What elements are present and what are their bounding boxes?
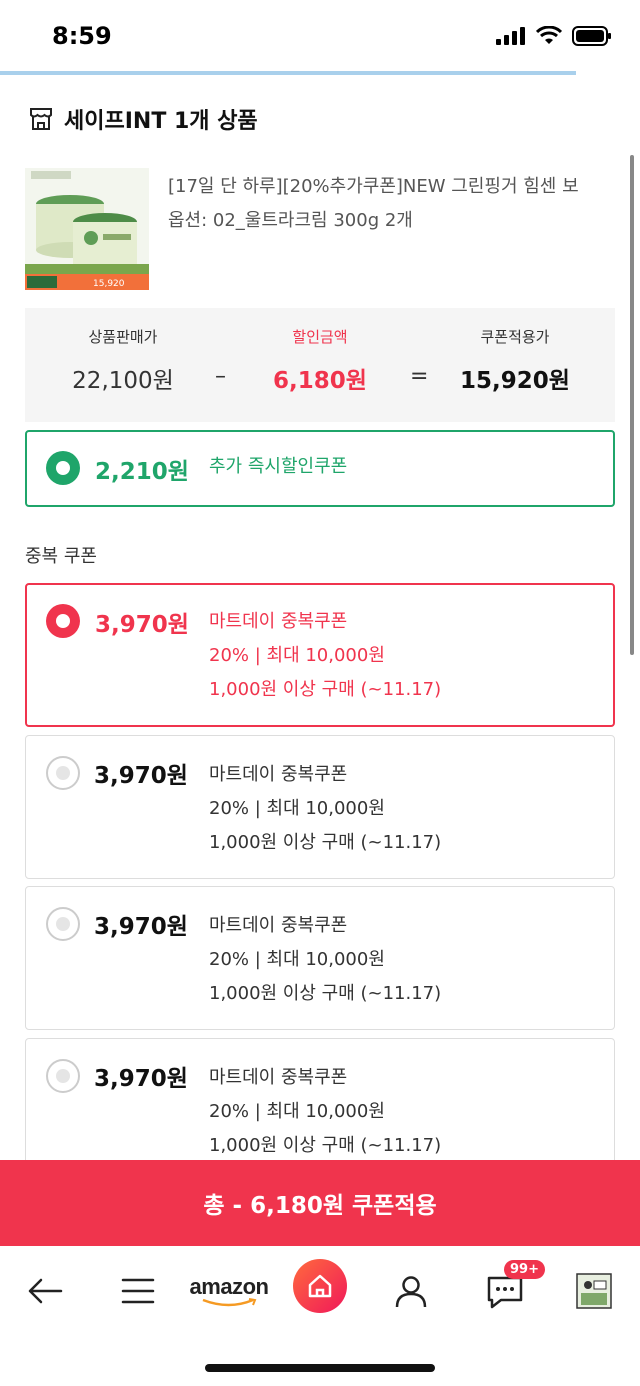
product-option: 옵션: 02_울트라크림 300g 2개 [168, 210, 413, 231]
coupon-name: 마트데이 중복쿠폰 [209, 611, 348, 632]
radio-selected-icon[interactable] [46, 604, 80, 638]
amazon-button[interactable]: amazon [186, 1266, 272, 1316]
duplicate-coupon-card[interactable]: 3,970원 마트데이 중복쿠폰 20% | 최대 10,000원 1,000원… [25, 583, 615, 727]
hamburger-menu-icon [121, 1278, 155, 1304]
back-button[interactable] [22, 1266, 68, 1316]
coupon-condition: 1,000원 이상 구매 (~11.17) [209, 679, 442, 700]
store-header: 세이프INT 1개 상품 [28, 103, 258, 135]
coupon-info: 마트데이 중복쿠폰 20% | 최대 10,000원 1,000원 이상 구매 … [209, 605, 441, 707]
scrollbar[interactable] [630, 155, 634, 655]
chat-badge: 99+ [504, 1260, 545, 1279]
coupon-rate: 20% | 최대 10,000원 [209, 949, 385, 970]
product-name: [17일 단 하루][20%추가쿠폰]NEW 그린핑거 힘센 보 [168, 176, 579, 197]
duplicate-coupon-heading: 중복 쿠폰 [25, 546, 97, 567]
coupon-info: 마트데이 중복쿠폰 20% | 최대 10,000원 1,000원 이상 구매 … [209, 909, 441, 1011]
coupon-condition: 1,000원 이상 구매 (~11.17) [209, 983, 442, 1004]
status-time: 8:59 [52, 22, 112, 50]
instant-coupon-card[interactable]: 2,210원 추가 즉시할인쿠폰 [25, 430, 615, 507]
bottom-nav: amazon 99+ [0, 1246, 640, 1336]
product-thumbnail[interactable]: 15,920 [25, 168, 149, 290]
back-arrow-icon [28, 1278, 63, 1304]
price-summary: 상품판매가 22,100원 – 할인금액 6,180원 = 쿠폰적용가 15,9… [25, 308, 615, 422]
progress-fill [0, 71, 576, 75]
coupon-rate: 20% | 최대 10,000원 [209, 645, 385, 666]
thumb-price: 15,920 [93, 279, 125, 289]
status-bar: 8:59 [0, 0, 640, 72]
coupon-condition: 1,000원 이상 구매 (~11.17) [209, 1135, 442, 1156]
battery-icon [572, 26, 611, 46]
duplicate-coupon-card[interactable]: 3,970원 마트데이 중복쿠폰 20% | 최대 10,000원 1,000원… [25, 886, 615, 1030]
recent-item-thumbnail [576, 1273, 612, 1309]
radio-unselected-icon[interactable] [46, 756, 80, 790]
apply-coupon-button[interactable]: 총 - 6,180원 쿠폰적용 [0, 1160, 640, 1246]
minus-sign: – [215, 364, 226, 389]
user-icon [395, 1276, 427, 1308]
instant-coupon-amount: 2,210원 [95, 459, 189, 485]
final-price-value: 15,920원 [460, 368, 570, 394]
product-image: 15,920 [25, 168, 149, 290]
coupon-info: 마트데이 중복쿠폰 20% | 최대 10,000원 1,000원 이상 구매 … [209, 1061, 441, 1163]
store-title: 세이프INT 1개 상품 [64, 109, 258, 134]
coupon-amount: 3,970원 [94, 763, 188, 789]
coupon-name: 마트데이 중복쿠폰 [209, 764, 348, 785]
home-icon [308, 1274, 332, 1298]
page-load-progress [0, 71, 640, 75]
recent-item-button[interactable] [574, 1266, 614, 1316]
radio-unselected-icon[interactable] [46, 1059, 80, 1093]
duplicate-coupon-card[interactable]: 3,970원 마트데이 중복쿠폰 20% | 최대 10,000원 1,000원… [25, 735, 615, 879]
discount-value: 6,180원 [273, 368, 367, 394]
discount-col: 할인금액 6,180원 [230, 326, 410, 395]
coupon-name: 마트데이 중복쿠폰 [209, 1067, 348, 1088]
coupon-amount: 3,970원 [94, 914, 188, 940]
sale-price-col: 상품판매가 22,100원 [33, 326, 213, 395]
signal-icon [496, 27, 525, 45]
store-icon [30, 108, 52, 130]
amazon-logo: amazon [189, 1274, 269, 1299]
home-circle [293, 1259, 347, 1313]
coupon-rate: 20% | 최대 10,000원 [209, 798, 385, 819]
sale-price-value: 22,100원 [72, 368, 174, 394]
discount-label: 할인금액 [292, 328, 348, 346]
menu-button[interactable] [116, 1266, 160, 1316]
chat-button[interactable]: 99+ [482, 1260, 545, 1316]
status-icons [496, 26, 612, 46]
final-price-label: 쿠폰적용가 [480, 328, 550, 346]
coupon-rate: 20% | 최대 10,000원 [209, 1101, 385, 1122]
home-indicator [205, 1364, 435, 1372]
my-account-button[interactable] [388, 1266, 434, 1316]
radio-selected-icon[interactable] [46, 451, 80, 485]
instant-coupon-label: 추가 즉시할인쿠폰 [209, 456, 348, 477]
coupon-amount: 3,970원 [95, 612, 189, 638]
radio-unselected-icon[interactable] [46, 907, 80, 941]
wifi-icon [536, 26, 562, 44]
coupon-name: 마트데이 중복쿠폰 [209, 915, 348, 936]
home-button[interactable] [292, 1258, 348, 1314]
coupon-amount: 3,970원 [94, 1066, 188, 1092]
final-price-col: 쿠폰적용가 15,920원 [425, 326, 605, 395]
sale-price-label: 상품판매가 [88, 328, 158, 346]
coupon-info: 마트데이 중복쿠폰 20% | 최대 10,000원 1,000원 이상 구매 … [209, 758, 441, 860]
coupon-condition: 1,000원 이상 구매 (~11.17) [209, 832, 442, 853]
